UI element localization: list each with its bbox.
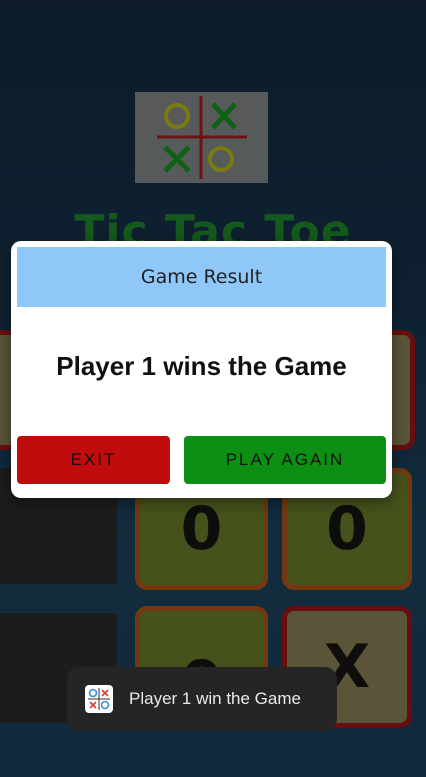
toast-message: Player 1 win the Game	[129, 689, 301, 708]
play-again-button[interactable]: PLAY AGAIN	[184, 436, 386, 484]
game-result-dialog: Game Result Player 1 wins the Game EXIT …	[11, 241, 392, 498]
dialog-message: Player 1 wins the Game	[56, 351, 347, 381]
dialog-title: Game Result	[17, 247, 386, 307]
toast-notification: Player 1 win the Game	[67, 667, 337, 731]
tic-tac-toe-icon	[85, 685, 113, 713]
exit-button[interactable]: EXIT	[17, 436, 170, 484]
